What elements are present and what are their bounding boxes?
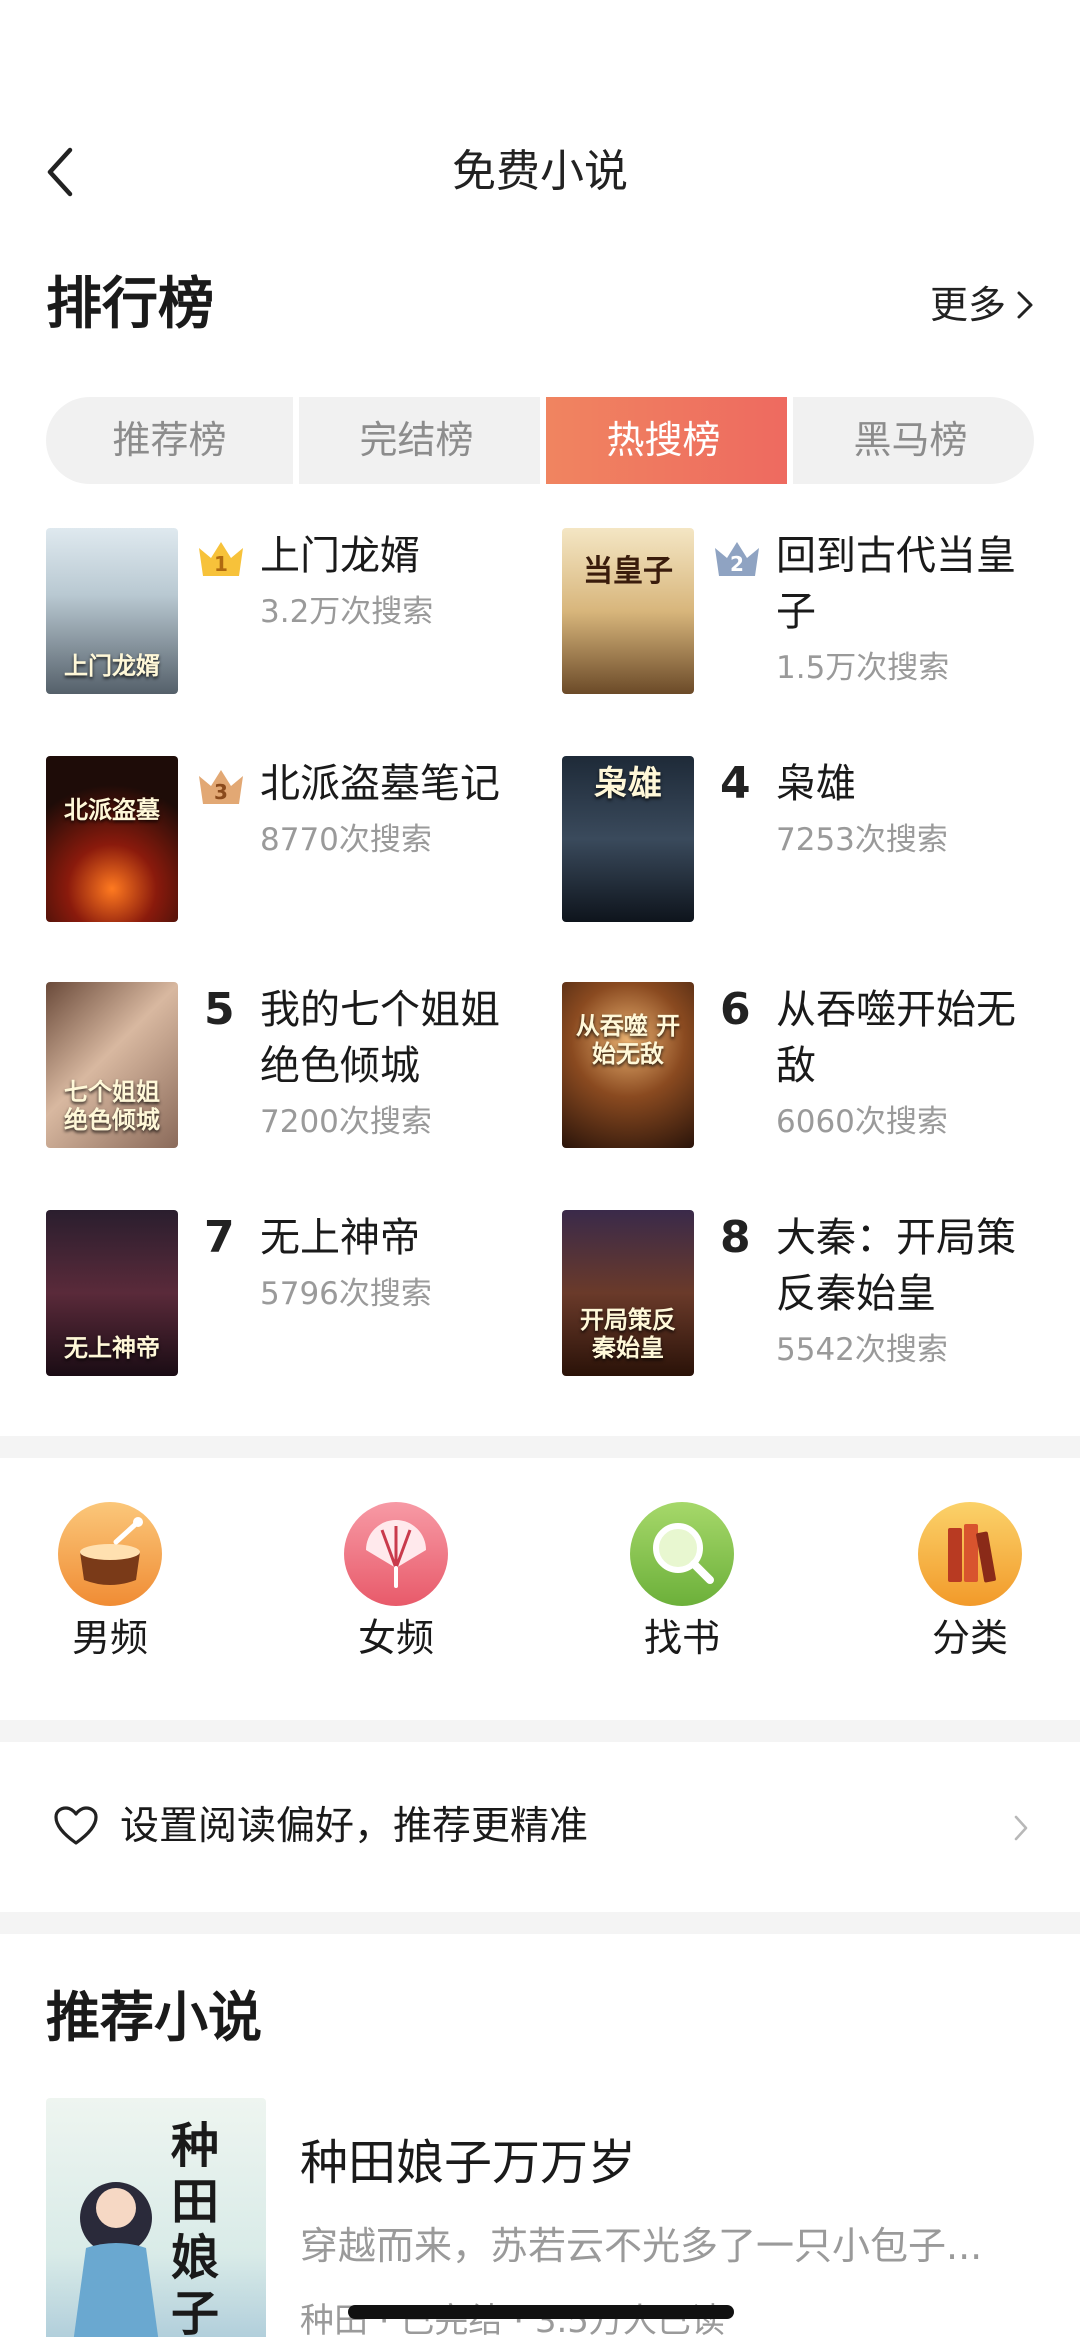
fan-icon	[344, 1502, 448, 1606]
crown-silver-icon: 2	[715, 542, 759, 576]
drum-icon	[58, 1502, 162, 1606]
book-cover: 无上神帝	[46, 1210, 178, 1376]
cover-title: 上门龙婿	[64, 651, 160, 680]
book-cover: 枭雄	[562, 756, 694, 922]
rank-number: 5	[204, 984, 235, 1035]
rank-item[interactable]: 开局策反 秦始皇 8 大秦：开局策反秦始皇 5542次搜索	[562, 1210, 1052, 1380]
chevron-right-icon	[1014, 1815, 1028, 1841]
cover-title: 种田娘子	[171, 2118, 220, 2337]
svg-text:1: 1	[214, 552, 228, 576]
book-title: 枭雄	[776, 761, 856, 807]
book-cover: 种田娘子	[46, 2098, 266, 2337]
book-cover: 当皇子	[562, 528, 694, 694]
rank-item[interactable]: 从吞噬 开始无敌 6 从吞噬开始无敌 6060次搜索	[562, 982, 1052, 1152]
cover-title: 七个姐姐 绝色倾城	[64, 1077, 160, 1134]
search-count: 3.2万次搜索	[260, 594, 434, 630]
ranking-tabs: 推荐榜 完结榜 热搜榜 黑马榜	[46, 397, 1034, 484]
page-title: 免费小说	[452, 146, 628, 197]
rank-info: 大秦：开局策反秦始皇 5542次搜索	[776, 1210, 1046, 1378]
book-title: 我的七个姐姐绝色倾城	[260, 987, 500, 1089]
book-description: 穿越而来，苏若云不光多了一只小包子...	[300, 2224, 983, 2268]
rank-item[interactable]: 无上神帝 7 无上神帝 5796次搜索	[46, 1210, 536, 1380]
heart-icon	[54, 1806, 98, 1845]
rank-number: 6	[720, 984, 751, 1035]
book-title: 北派盗墓笔记	[260, 761, 500, 807]
book-cover: 从吞噬 开始无敌	[562, 982, 694, 1148]
tab-hot-search[interactable]: 热搜榜	[540, 397, 787, 484]
svg-text:2: 2	[730, 552, 744, 576]
search-count: 7253次搜索	[776, 822, 948, 858]
more-label: 更多	[929, 283, 1006, 327]
cover-title: 枭雄	[594, 764, 662, 804]
rank-info: 我的七个姐姐绝色倾城 7200次搜索	[260, 982, 530, 1150]
book-title: 种田娘子万万岁	[300, 2135, 637, 2191]
search-count: 8770次搜索	[260, 822, 432, 858]
cover-title: 北派盗墓	[64, 795, 160, 824]
crown-gold-icon: 1	[199, 542, 243, 576]
book-cover: 开局策反 秦始皇	[562, 1210, 694, 1376]
category-row: 男频 女频 找书 分类	[0, 1502, 1080, 1662]
search-count: 5542次搜索	[776, 1332, 948, 1368]
tab-completed[interactable]: 完结榜	[293, 397, 540, 484]
rank-item[interactable]: 七个姐姐 绝色倾城 5 我的七个姐姐绝色倾城 7200次搜索	[46, 982, 536, 1152]
preference-text: 设置阅读偏好，推荐更精准	[120, 1804, 589, 1849]
category-male[interactable]: 男频	[30, 1502, 190, 1666]
search-count: 6060次搜索	[776, 1104, 948, 1140]
more-button[interactable]: 更多	[930, 279, 1036, 331]
rank-item[interactable]: 当皇子 2 回到古代当皇子 1.5万次搜索	[562, 528, 1052, 698]
book-title: 无上神帝	[260, 1215, 420, 1261]
rank-info: 北派盗墓笔记 8770次搜索	[260, 756, 530, 868]
book-title: 大秦：开局策反秦始皇	[776, 1215, 1016, 1317]
recommend-book[interactable]: 种田娘子 种田娘子万万岁 穿越而来，苏若云不光多了一只小包子... 种田 · 已…	[46, 2098, 1046, 2337]
search-count: 1.5万次搜索	[776, 650, 950, 686]
tab-dark-horse[interactable]: 黑马榜	[787, 397, 1034, 484]
book-cover: 北派盗墓	[46, 756, 178, 922]
rank-info: 无上神帝 5796次搜索	[260, 1210, 530, 1322]
rank-item[interactable]: 北派盗墓 3 北派盗墓笔记 8770次搜索	[46, 756, 536, 926]
category-label: 女频	[357, 1616, 434, 1660]
category-female[interactable]: 女频	[316, 1502, 476, 1666]
book-title: 回到古代当皇子	[776, 533, 1016, 635]
book-cover: 上门龙婿	[46, 528, 178, 694]
category-label: 男频	[71, 1616, 148, 1660]
section-divider	[0, 1436, 1080, 1458]
tab-recommend[interactable]: 推荐榜	[46, 397, 293, 484]
chevron-right-icon	[1017, 291, 1033, 319]
rank-number: 7	[204, 1212, 235, 1263]
magnifier-icon	[630, 1502, 734, 1606]
rank-number: 8	[720, 1212, 751, 1263]
ranking-header: 排行榜 更多	[46, 265, 1036, 345]
section-divider	[0, 1912, 1080, 1934]
search-count: 5796次搜索	[260, 1276, 432, 1312]
book-title: 上门龙婿	[260, 533, 420, 579]
ranking-title: 排行榜	[46, 272, 214, 337]
rank-info: 枭雄 7253次搜索	[776, 756, 1046, 868]
cover-title: 开局策反 秦始皇	[580, 1305, 676, 1362]
cover-title: 当皇子	[583, 554, 673, 589]
reading-preference-row[interactable]: 设置阅读偏好，推荐更精准	[0, 1745, 1080, 1910]
rank-number: 4	[720, 758, 751, 809]
books-icon	[918, 1502, 1022, 1606]
cover-title: 从吞噬 开始无敌	[575, 1011, 681, 1068]
rank-info: 上门龙婿 3.2万次搜索	[260, 528, 530, 640]
recommend-title: 推荐小说	[46, 1986, 262, 2049]
nav-bar: 免费小说	[0, 120, 1080, 225]
cover-title: 无上神帝	[64, 1333, 160, 1362]
rank-info: 从吞噬开始无敌 6060次搜索	[776, 982, 1046, 1150]
section-divider	[0, 1720, 1080, 1742]
rank-info: 回到古代当皇子 1.5万次搜索	[776, 528, 1046, 696]
category-classify[interactable]: 分类	[890, 1502, 1050, 1666]
home-indicator	[348, 2305, 734, 2319]
category-find-book[interactable]: 找书	[602, 1502, 762, 1666]
rank-item[interactable]: 枭雄 4 枭雄 7253次搜索	[562, 756, 1052, 926]
rank-item[interactable]: 上门龙婿 1 上门龙婿 3.2万次搜索	[46, 528, 536, 698]
search-count: 7200次搜索	[260, 1104, 432, 1140]
crown-bronze-icon: 3	[199, 770, 243, 804]
book-title: 从吞噬开始无敌	[776, 987, 1016, 1089]
svg-text:3: 3	[214, 780, 228, 804]
category-label: 找书	[643, 1616, 720, 1660]
book-cover: 七个姐姐 绝色倾城	[46, 982, 178, 1148]
category-label: 分类	[931, 1616, 1008, 1660]
